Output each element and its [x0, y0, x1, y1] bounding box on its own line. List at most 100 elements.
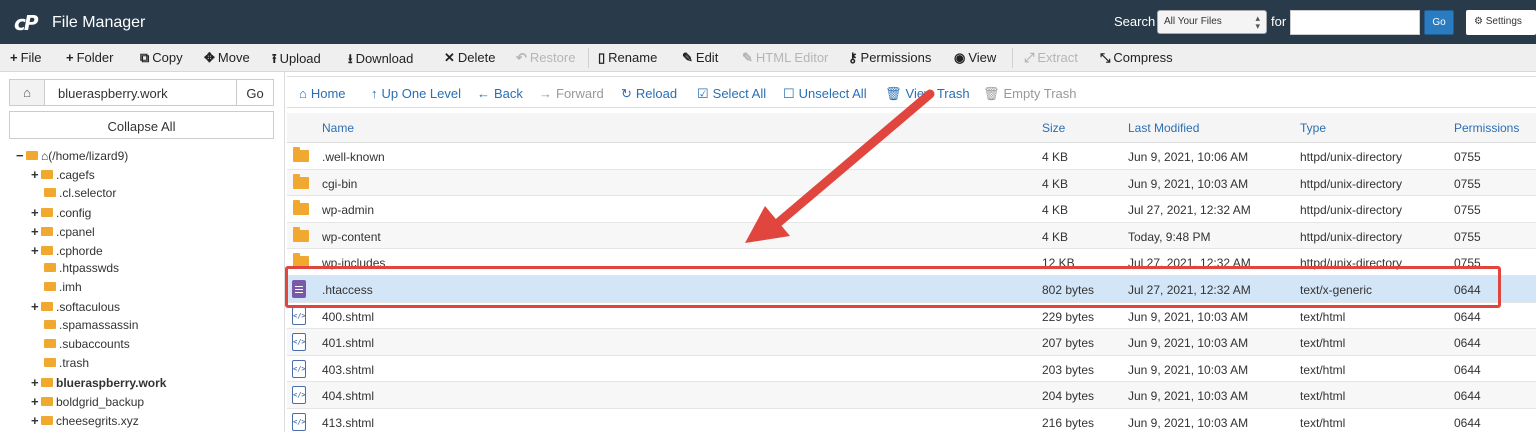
tree-item-label: boldgrid_backup: [56, 394, 145, 409]
tree-item[interactable]: .imh: [44, 280, 82, 298]
tree-item[interactable]: + boldgrid_backup: [31, 394, 144, 412]
compress-button[interactable]: ⤡ Compress: [1100, 50, 1173, 66]
column-header-permissions[interactable]: Permissions: [1454, 121, 1519, 135]
file-type: text/html: [1300, 336, 1346, 351]
tree-item[interactable]: .spamassassin: [44, 318, 138, 336]
tree-item[interactable]: + cheesegrits.xyz: [31, 413, 139, 431]
search-scope-select[interactable]: All Your Files ▴ ▾: [1157, 10, 1267, 34]
forward-button[interactable]: → Forward: [539, 86, 604, 101]
reload-button[interactable]: ↻ Reload: [621, 86, 677, 102]
folder-icon: [41, 245, 53, 255]
new-file-button[interactable]: + File: [10, 50, 42, 65]
table-row[interactable]: .well-known 4 KB Jun 9, 2021, 10:06 AM http…: [287, 143, 1536, 170]
html-file-icon: </>: [292, 333, 306, 352]
folder-icon: [44, 282, 56, 292]
close-icon: ✕: [444, 50, 455, 65]
tree-item-label: .htpasswds: [59, 261, 120, 276]
up-one-level-button[interactable]: ↑ Up One Level: [371, 86, 461, 101]
tree-item[interactable]: − ⌂(/home/lizard9): [16, 148, 128, 166]
column-header-size[interactable]: Size: [1042, 121, 1065, 135]
expand-icon[interactable]: +: [31, 299, 41, 314]
tree-item[interactable]: + blueraspberry.work: [31, 375, 166, 393]
column-header-name[interactable]: Name: [322, 121, 354, 135]
unselect-all-button[interactable]: ☐ Unselect All: [783, 86, 867, 102]
restore-button[interactable]: ↶ Restore: [516, 50, 575, 66]
tree-item[interactable]: .htpasswds: [44, 261, 119, 279]
expand-icon[interactable]: +: [31, 224, 41, 239]
search-input[interactable]: [1290, 10, 1420, 35]
arrow-right-icon: →: [539, 86, 552, 101]
tree-item[interactable]: .cl.selector: [44, 186, 116, 204]
column-header-modified[interactable]: Last Modified: [1128, 121, 1199, 135]
refresh-icon: ↻: [621, 86, 632, 101]
expand-icon[interactable]: +: [31, 205, 41, 220]
collapse-all-button[interactable]: Collapse All: [9, 111, 274, 139]
home-icon: ⌂: [23, 85, 31, 100]
file-modified: Jun 9, 2021, 10:03 AM: [1128, 309, 1249, 324]
html-editor-button[interactable]: ✎ HTML Editor: [742, 50, 828, 66]
path-go-button[interactable]: Go: [236, 79, 274, 106]
expand-icon[interactable]: +: [31, 413, 41, 428]
home-button[interactable]: ⌂: [9, 79, 45, 106]
column-header-type[interactable]: Type: [1300, 121, 1326, 135]
back-button[interactable]: ← Back: [477, 86, 523, 101]
file-name: wp-admin: [322, 203, 375, 218]
file-permissions: 0755: [1454, 229, 1481, 244]
file-size: 4 KB: [1042, 176, 1069, 191]
view-trash-button[interactable]: 🗑 View Trash: [885, 86, 970, 102]
rename-button[interactable]: ▯ Rename: [598, 50, 657, 66]
tree-item-label: .imh: [59, 280, 82, 295]
table-row[interactable]: wp-content 4 KB Today, 9:48 PM httpd/unix-d…: [287, 222, 1536, 250]
eye-icon: ◉: [954, 50, 966, 65]
tree-item[interactable]: + .softaculous: [31, 299, 120, 317]
expand-icon[interactable]: +: [31, 375, 41, 390]
expand-icon[interactable]: +: [31, 167, 41, 182]
table-row[interactable]: </> 401.shtml 207 bytes Jun 9, 2021, 10:03 …: [287, 329, 1536, 356]
delete-button[interactable]: ✕ Delete: [444, 50, 495, 66]
table-row[interactable]: </> 404.shtml 204 bytes Jun 9, 2021, 10:03 …: [287, 382, 1536, 409]
edit-button[interactable]: ✎ Edit: [682, 50, 718, 66]
extract-button[interactable]: ⤢ Extract: [1024, 50, 1078, 66]
expand-icon[interactable]: +: [31, 243, 41, 258]
permissions-button[interactable]: ⚷ Permissions: [848, 50, 931, 66]
new-folder-button[interactable]: + Folder: [66, 50, 113, 65]
file-name: .well-known: [322, 150, 385, 164]
tree-item[interactable]: + .cphorde: [31, 243, 103, 261]
table-row[interactable]: </> 413.shtml 216 bytes Jun 9, 2021, 10:03 …: [287, 409, 1536, 432]
search-go-button[interactable]: Go: [1424, 10, 1454, 35]
tree-item[interactable]: .trash: [44, 356, 89, 374]
tree-item[interactable]: + .config: [31, 205, 91, 223]
select-chevron-icon: ▴ ▾: [1255, 13, 1260, 31]
tree-item[interactable]: .subaccounts: [44, 337, 130, 355]
toolbar-divider: [588, 48, 589, 68]
tree-item[interactable]: + .cagefs: [31, 167, 95, 185]
empty-trash-button[interactable]: 🗑 Empty Trash: [983, 86, 1076, 102]
folder-icon: [44, 339, 56, 348]
tree-item-label: .spamassassin: [59, 318, 139, 333]
collapse-icon[interactable]: −: [16, 148, 26, 163]
home-icon: ⌂: [299, 86, 307, 101]
table-row[interactable]: </> 403.shtml 203 bytes Jun 9, 2021, 10:03 …: [287, 356, 1536, 383]
move-button[interactable]: ✥ Move: [204, 50, 250, 66]
path-input[interactable]: blueraspberry.work: [44, 79, 237, 106]
expand-icon[interactable]: +: [31, 394, 41, 409]
trash-icon: 🗑: [983, 86, 1000, 101]
file-permissions: 0644: [1454, 389, 1481, 404]
tree-item-label: .cagefs: [56, 167, 95, 182]
folder-icon: [44, 357, 56, 367]
folder-icon: [26, 151, 38, 160]
copy-button[interactable]: ⧉ Copy: [140, 50, 183, 66]
html-file-icon: </>: [292, 306, 306, 325]
settings-button[interactable]: ⚙ Settings: [1466, 10, 1536, 35]
folder-icon: [41, 415, 53, 425]
download-button[interactable]: ⭳ Download: [348, 50, 413, 72]
upload-button[interactable]: ⭱ Upload: [272, 50, 321, 72]
nav-home-button[interactable]: ⌂ Home: [299, 86, 346, 101]
table-row[interactable]: wp-admin 4 KB Jul 27, 2021, 12:32 AM httpd/…: [287, 196, 1536, 223]
table-row[interactable]: cgi-bin 4 KB Jun 9, 2021, 10:03 AM httpd/un…: [287, 169, 1536, 197]
select-all-button[interactable]: ☑ Select All: [697, 86, 766, 102]
upload-icon: ⭱: [272, 51, 277, 66]
tree-item[interactable]: + .cpanel: [31, 224, 95, 242]
view-button[interactable]: ◉ View: [954, 50, 996, 66]
download-icon: ⭳: [348, 51, 353, 66]
